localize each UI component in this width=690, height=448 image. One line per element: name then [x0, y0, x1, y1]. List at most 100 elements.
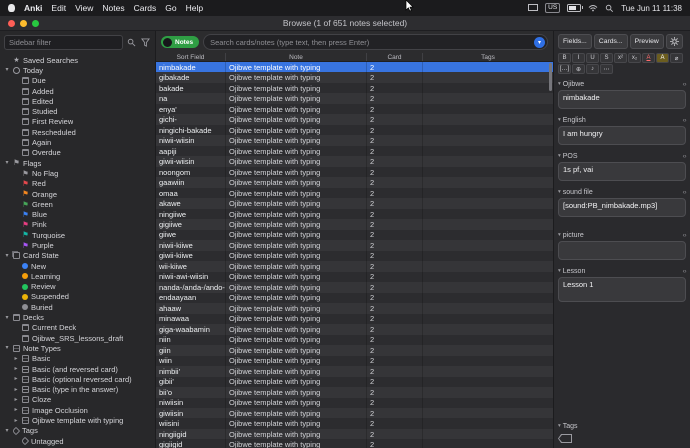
sidebar-item-purple[interactable]: ⚑ Purple: [0, 240, 155, 250]
html-editor-toggle-icon[interactable]: ‹›: [683, 189, 687, 196]
sidebar-item-first-review[interactable]: First Review: [0, 117, 155, 127]
table-row[interactable]: gaawiin Ojibwe template with typing 2: [156, 177, 553, 188]
zoom-button[interactable]: [32, 19, 39, 27]
sidebar-item-green[interactable]: ⚑ Green: [0, 199, 155, 209]
table-row[interactable]: giwiisin Ojibwe template with typing 2: [156, 407, 553, 419]
chevron-down-icon[interactable]: ▾: [558, 81, 561, 87]
sidebar-item-cloze[interactable]: ▸ Cloze: [0, 395, 155, 405]
wifi-icon[interactable]: [588, 4, 598, 12]
menu-notes[interactable]: Notes: [102, 3, 124, 13]
table-row[interactable]: gibakade Ojibwe template with typing 2: [156, 72, 553, 83]
caret-down-icon[interactable]: ▾: [4, 345, 10, 351]
sidebar-item-ojibwe-template-with-typing[interactable]: ▸ Ojibwe template with typing: [0, 415, 155, 425]
sidebar-item-flags[interactable]: ▾ ⚑ Flags: [0, 158, 155, 168]
table-row[interactable]: noongom Ojibwe template with typing 2: [156, 166, 553, 178]
caret-down-icon[interactable]: ▾: [4, 315, 10, 321]
chevron-down-icon[interactable]: ▾: [558, 268, 561, 274]
sidebar-item-buried[interactable]: Buried: [0, 302, 155, 312]
table-row[interactable]: nanda-/anda-/ando- Ojibwe template with t…: [156, 282, 553, 293]
table-row[interactable]: niin Ojibwe template with typing 2: [156, 334, 553, 346]
sidebar-item-tags[interactable]: ▾ Tags: [0, 426, 155, 436]
column-header-card[interactable]: Card: [367, 53, 423, 61]
tag-icon[interactable]: [558, 434, 572, 443]
sidebar-item-untagged[interactable]: Untagged: [0, 436, 155, 446]
menu-anki[interactable]: Anki: [24, 3, 42, 13]
field-input-ojibwe[interactable]: nimbakade: [558, 90, 686, 109]
column-header-sort-field[interactable]: Sort Field: [156, 53, 226, 61]
table-row[interactable]: omaa Ojibwe template with typing 2: [156, 187, 553, 199]
table-row[interactable]: wiisini Ojibwe template with typing 2: [156, 418, 553, 429]
eraser-button[interactable]: ⌀: [670, 53, 683, 63]
more-button[interactable]: ⋯: [600, 64, 613, 74]
sidebar-item-turquoise[interactable]: ⚑ Turquoise: [0, 230, 155, 240]
sidebar-item-edited[interactable]: Edited: [0, 96, 155, 106]
screen-mirroring-icon[interactable]: [528, 4, 539, 12]
cloze-button[interactable]: […]: [558, 64, 571, 74]
menubar-clock[interactable]: Tue Jun 11 11:38: [621, 4, 682, 13]
apple-logo[interactable]: [8, 4, 15, 12]
table-row[interactable]: gigiigid Ojibwe template with typing 2: [156, 439, 553, 448]
table-row[interactable]: nimbii' Ojibwe template with typing 2: [156, 366, 553, 377]
bold-button[interactable]: B: [558, 53, 571, 63]
editor-settings-button[interactable]: [665, 34, 683, 49]
chevron-down-icon[interactable]: ▾: [558, 153, 561, 159]
close-button[interactable]: [8, 19, 15, 27]
record-audio-button[interactable]: ♪: [586, 64, 599, 74]
table-row[interactable]: giiwe Ojibwe template with typing 2: [156, 229, 553, 241]
sidebar-item-image-occlusion[interactable]: ▸ Image Occlusion: [0, 405, 155, 415]
sidebar-item-again[interactable]: Again: [0, 137, 155, 147]
table-row[interactable]: minawaa Ojibwe template with typing 2: [156, 313, 553, 325]
field-input-english[interactable]: I am hungry: [558, 126, 686, 145]
sidebar-item-blue[interactable]: ⚑ Blue: [0, 209, 155, 219]
field-input-picture[interactable]: [558, 241, 686, 260]
notes-cards-switch[interactable]: Notes: [161, 36, 200, 48]
highlight-button[interactable]: A: [656, 53, 669, 63]
preview-button[interactable]: Preview: [629, 34, 664, 49]
field-input-pos[interactable]: 1s pf, vai: [558, 162, 686, 181]
sidebar-item-rescheduled[interactable]: Rescheduled: [0, 127, 155, 137]
caret-right-icon[interactable]: ▸: [13, 418, 19, 424]
sidebar-item-due[interactable]: Due: [0, 76, 155, 86]
column-header-note[interactable]: Note: [226, 53, 367, 61]
caret-right-icon[interactable]: ▸: [13, 387, 19, 393]
fields-button[interactable]: Fields...: [558, 34, 592, 49]
sidebar-item-basic-type-in-the-answer[interactable]: ▸ Basic (type in the answer): [0, 385, 155, 395]
sidebar-item-card-state[interactable]: ▾ Card State: [0, 251, 155, 261]
caret-down-icon[interactable]: ▾: [4, 160, 10, 166]
attachment-button[interactable]: ⊕: [572, 64, 585, 74]
sidebar-item-today[interactable]: ▾ Today: [0, 65, 155, 75]
sidebar-item-basic-optional-reversed-card[interactable]: ▸ Basic (optional reversed card): [0, 374, 155, 384]
menu-cards[interactable]: Cards: [134, 3, 157, 13]
sidebar-item-suspended[interactable]: Suspended: [0, 292, 155, 302]
search-icon[interactable]: [126, 37, 137, 48]
table-scrollbar-thumb[interactable]: [549, 63, 552, 91]
html-editor-toggle-icon[interactable]: ‹›: [683, 117, 687, 124]
table-row[interactable]: niwii-kiiwe Ojibwe template with typing 2: [156, 240, 553, 251]
caret-right-icon[interactable]: ▸: [13, 407, 19, 413]
sidebar-item-new[interactable]: New: [0, 261, 155, 271]
battery-icon[interactable]: [567, 4, 584, 12]
field-input-lesson[interactable]: Lesson 1: [558, 277, 686, 302]
sidebar-filter-input[interactable]: [4, 34, 123, 50]
table-row[interactable]: gigiiwe Ojibwe template with typing 2: [156, 219, 553, 230]
sidebar-item-basic[interactable]: ▸ Basic: [0, 354, 155, 364]
cards-button[interactable]: Cards...: [593, 34, 628, 49]
table-row[interactable]: gibii' Ojibwe template with typing 2: [156, 376, 553, 388]
caret-down-icon[interactable]: ▾: [4, 67, 10, 73]
sidebar-item-saved-searches[interactable]: ★ Saved Searches: [0, 55, 155, 65]
html-editor-toggle-icon[interactable]: ‹›: [683, 81, 687, 88]
table-row[interactable]: bii'o Ojibwe template with typing 2: [156, 387, 553, 398]
table-row[interactable]: ningiigid Ojibwe template with typing 2: [156, 428, 553, 440]
caret-right-icon[interactable]: ▸: [13, 397, 19, 403]
column-header-tags[interactable]: Tags: [423, 53, 553, 61]
caret-right-icon[interactable]: ▸: [13, 366, 19, 372]
menu-help[interactable]: Help: [186, 3, 203, 13]
text-color-button[interactable]: A: [642, 53, 655, 63]
chevron-down-icon[interactable]: ▾: [558, 423, 561, 429]
table-row[interactable]: ningiiwe Ojibwe template with typing 2: [156, 208, 553, 220]
sidebar-item-overdue[interactable]: Overdue: [0, 148, 155, 158]
minimize-button[interactable]: [20, 19, 27, 27]
table-row[interactable]: na Ojibwe template with typing 2: [156, 93, 553, 104]
subscript-button[interactable]: x₂: [628, 53, 641, 63]
sidebar-item-decks[interactable]: ▾ Decks: [0, 312, 155, 322]
